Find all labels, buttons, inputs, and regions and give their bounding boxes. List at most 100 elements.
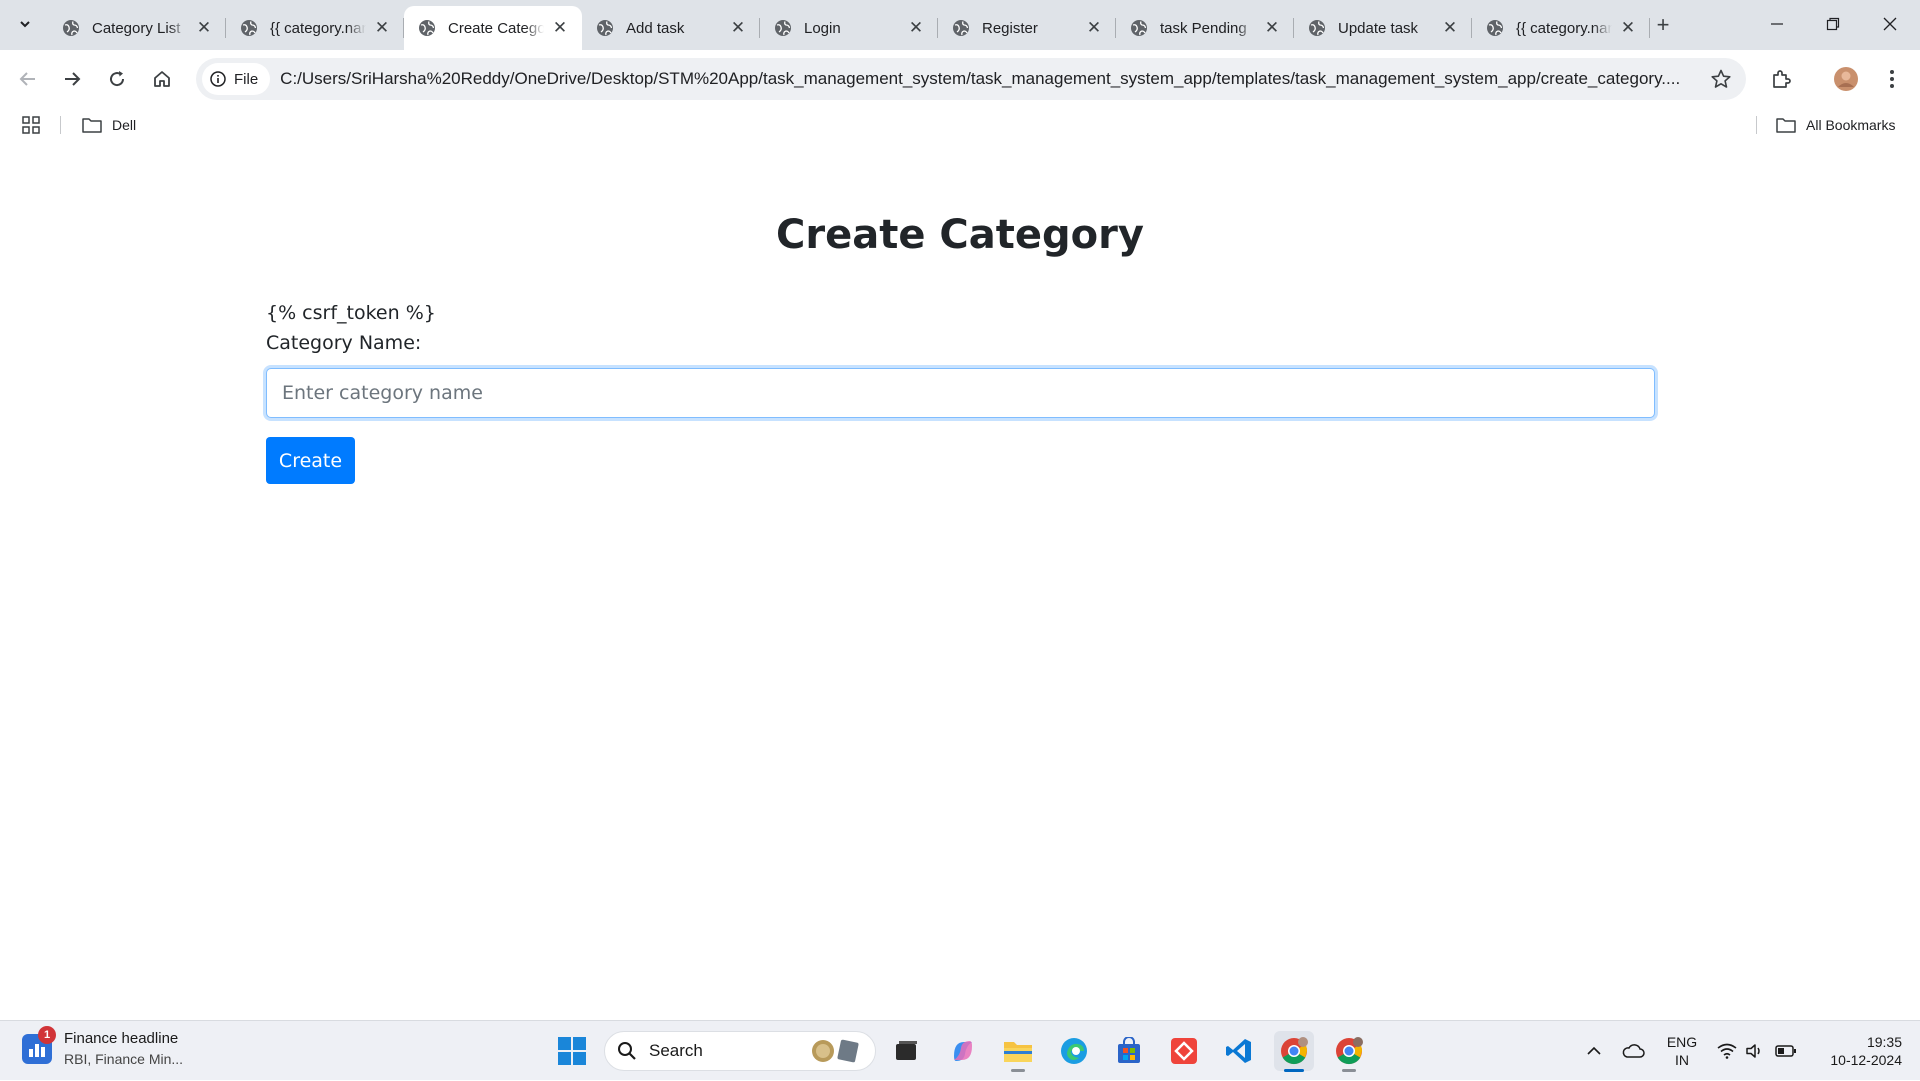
tab-title: Update task (1338, 19, 1419, 37)
wifi-tray-button[interactable] (1714, 1021, 1740, 1081)
tab-close-button[interactable]: ✕ (1084, 18, 1104, 38)
tab[interactable]: {{ category.name }} ✕ (226, 6, 404, 50)
csrf-token-text: {% csrf_token %} (266, 302, 436, 324)
minimize-button[interactable] (1757, 8, 1797, 40)
back-button[interactable] (12, 63, 44, 95)
minimize-icon (1771, 23, 1783, 25)
running-indicator (1011, 1069, 1025, 1072)
category-name-input[interactable] (266, 368, 1655, 418)
task-view-button[interactable] (886, 1031, 926, 1071)
new-tab-button[interactable]: + (1650, 12, 1676, 38)
globe-icon (1131, 20, 1147, 36)
tab[interactable]: task Pending ✕ (1116, 6, 1294, 50)
onedrive-tray-button[interactable] (1617, 1021, 1649, 1081)
language-code: ENG (1666, 1034, 1698, 1050)
chrome-button-active[interactable] (1274, 1031, 1314, 1072)
tab[interactable]: Register ✕ (938, 6, 1116, 50)
tab-close-button[interactable]: ✕ (906, 18, 926, 38)
all-bookmarks-button[interactable]: All Bookmarks (1776, 114, 1895, 136)
page-title: Create Category (776, 212, 1144, 258)
tab-strip: Category List✕{{ category.name }}✕Create… (0, 0, 1920, 50)
globe-icon (1309, 20, 1325, 36)
arrow-left-icon (19, 72, 35, 86)
address-bar[interactable]: File C:/Users/SriHarsha%20Reddy/OneDrive… (196, 58, 1746, 100)
bookmarks-divider (60, 116, 61, 134)
avatar (1834, 67, 1858, 91)
all-bookmarks-label: All Bookmarks (1806, 117, 1896, 133)
clock-date: 10-12-2024 (1830, 1052, 1902, 1068)
input-language-indicator[interactable]: ENG IN (1660, 1033, 1704, 1069)
restore-button[interactable] (1813, 8, 1853, 40)
close-icon (1883, 17, 1897, 31)
globe-icon (775, 20, 791, 36)
globe-icon (597, 20, 613, 36)
tab-close-button[interactable]: ✕ (550, 18, 570, 38)
microsoft-store-button[interactable] (1109, 1031, 1149, 1071)
widget-subtitle: RBI, Finance Min... (64, 1051, 184, 1067)
chrome-icon (1336, 1037, 1363, 1065)
tab-title: {{ category.name }} (270, 19, 366, 37)
tab[interactable]: Add task ✕ (582, 6, 760, 50)
bookmarks-bar: Dell All Bookmarks (0, 108, 1920, 142)
create-button[interactable]: Create (266, 437, 355, 484)
home-button[interactable] (146, 63, 178, 95)
bookmark-folder-dell[interactable]: Dell (82, 114, 136, 136)
tab-title: Login (804, 19, 841, 37)
tab[interactable]: Update task ✕ (1294, 6, 1472, 50)
tab-close-button[interactable]: ✕ (1262, 18, 1282, 38)
battery-tray-button[interactable] (1772, 1021, 1800, 1081)
bookmarks-divider (1756, 116, 1757, 134)
category-name-label: Category Name: (266, 332, 422, 354)
news-widget[interactable]: 1 Finance headline RBI, Finance Min... (22, 1026, 184, 1069)
widget-title: Finance headline (64, 1030, 179, 1047)
tab[interactable]: Login ✕ (760, 6, 938, 50)
close-window-button[interactable] (1870, 8, 1910, 40)
edge-button[interactable] (1054, 1031, 1094, 1071)
reload-button[interactable] (101, 63, 133, 95)
anydesk-icon (1171, 1038, 1197, 1064)
tab[interactable]: {{ category.name }} ✕ (1472, 6, 1650, 50)
tab-search-button[interactable] (10, 9, 40, 39)
bookmark-star-button[interactable] (1710, 68, 1732, 90)
forward-button[interactable] (56, 63, 88, 95)
tab[interactable]: Category List ✕ (48, 6, 226, 50)
copilot-button[interactable] (943, 1031, 983, 1071)
browser-menu-button[interactable] (1876, 63, 1908, 95)
bookmark-label: Dell (112, 117, 137, 133)
system-clock[interactable]: 19:35 10-12-2024 (1812, 1033, 1902, 1069)
tab-close-button[interactable]: ✕ (1618, 18, 1638, 38)
anydesk-button[interactable] (1164, 1031, 1204, 1071)
folder-icon (82, 118, 102, 133)
tab-close-button[interactable]: ✕ (372, 18, 392, 38)
tab-close-button[interactable]: ✕ (1440, 18, 1460, 38)
profile-button[interactable] (1830, 63, 1862, 95)
chevron-down-icon (20, 21, 30, 28)
volume-tray-button[interactable] (1742, 1021, 1768, 1081)
folder-icon (1776, 118, 1796, 133)
site-info-chip[interactable]: File (202, 63, 271, 95)
tab-list: Category List✕{{ category.name }}✕Create… (48, 6, 1650, 50)
task-view-icon (896, 1041, 917, 1060)
running-indicator (1342, 1069, 1356, 1072)
tab-title: Category List (92, 19, 181, 37)
chrome-profile-button[interactable] (1329, 1031, 1369, 1072)
notification-badge: 1 (38, 1026, 56, 1044)
restore-icon (1826, 17, 1840, 31)
tab-title: Register (982, 19, 1038, 37)
show-hidden-icons-button[interactable] (1580, 1021, 1608, 1081)
store-icon (1118, 1037, 1140, 1063)
tab-close-button[interactable]: ✕ (728, 18, 748, 38)
apps-button[interactable] (22, 114, 50, 136)
extensions-button[interactable] (1765, 63, 1797, 95)
vscode-button[interactable] (1219, 1031, 1259, 1071)
tab-close-button[interactable]: ✕ (194, 18, 214, 38)
tab-active[interactable]: Create Category ✕ (404, 6, 582, 50)
region-code: IN (1675, 1052, 1689, 1068)
search-icon (618, 1042, 636, 1060)
taskbar-search-box[interactable]: Search (604, 1031, 876, 1071)
running-indicator (1284, 1069, 1304, 1072)
url-text[interactable]: C:/Users/SriHarsha%20Reddy/OneDrive/Desk… (280, 69, 1680, 89)
globe-icon (419, 20, 435, 36)
file-explorer-button[interactable] (998, 1031, 1038, 1072)
start-button[interactable] (552, 1031, 592, 1071)
